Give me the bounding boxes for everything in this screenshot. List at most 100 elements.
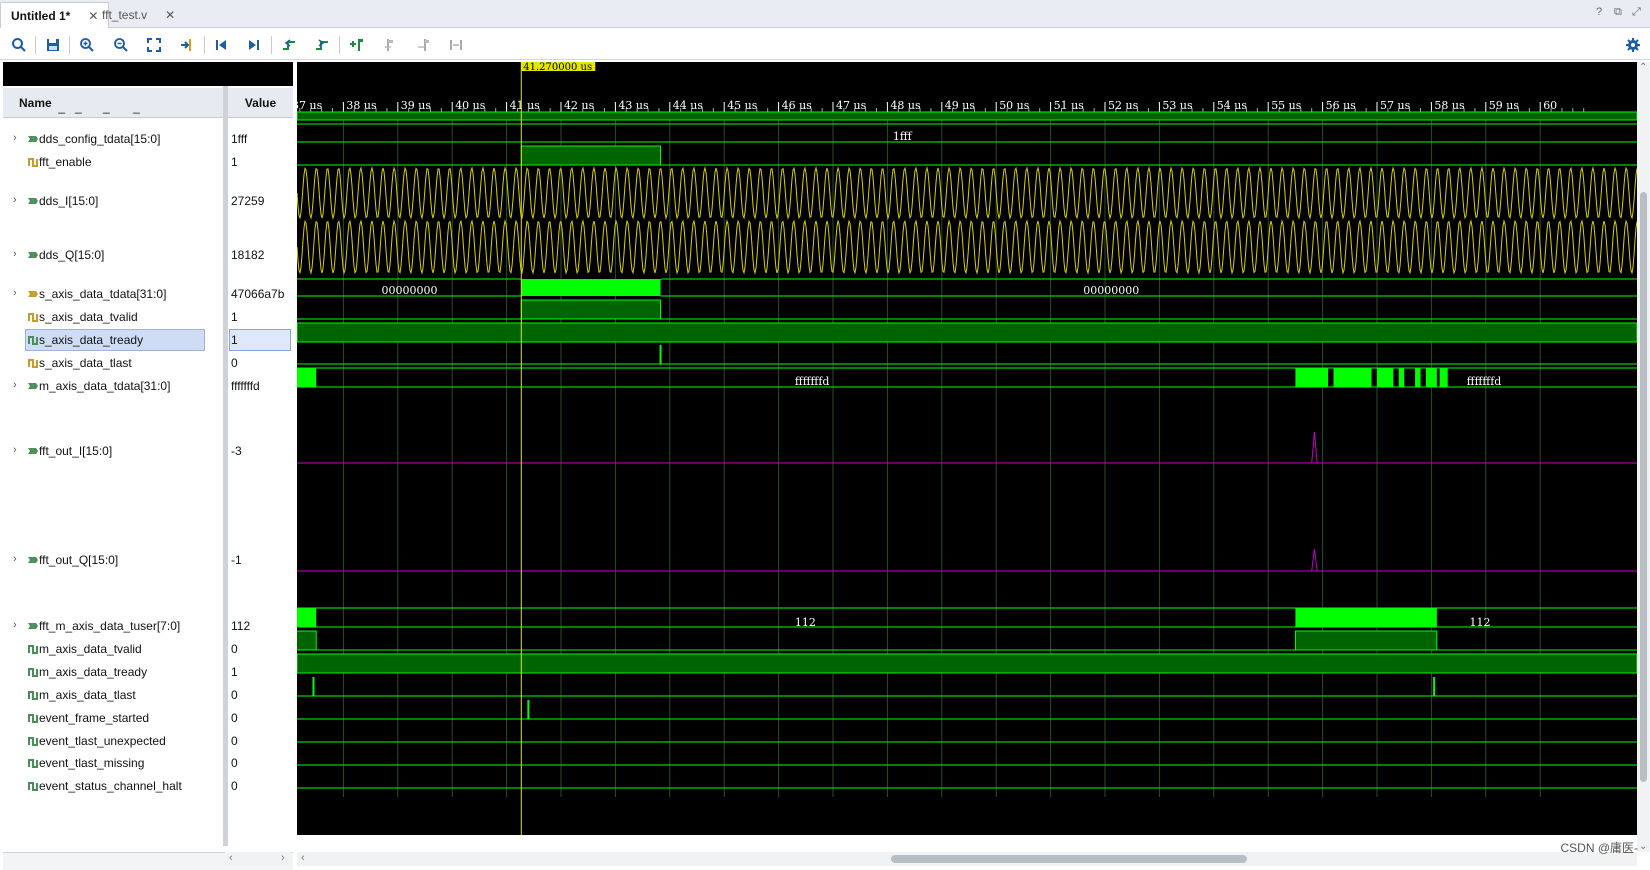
signal-row[interactable]: › fft_out_Q[15:0] -1 — [3, 549, 293, 571]
signal-row[interactable]: m_axis_data_tvalid 0 — [3, 638, 293, 660]
signal-row[interactable]: › dds_I[15:0] 27259 — [3, 190, 293, 212]
signal-name: dds_Q[15:0] — [39, 248, 105, 262]
wave-label-tuser-mid: 112 — [795, 616, 816, 629]
ruler-label: 57 us — [1380, 99, 1411, 112]
wave-m-tdata-burst-1 — [1333, 368, 1372, 387]
signal-value: -1 — [231, 553, 242, 567]
scroll-right-icon[interactable]: › — [281, 852, 285, 864]
ruler-label: 60 — [1543, 99, 1557, 112]
signal-name: dds_I[15:0] — [39, 194, 99, 208]
ruler-label: 53 us — [1162, 99, 1193, 112]
signal-row[interactable]: event_status_channel_halt 0 — [3, 775, 293, 797]
signal-row[interactable]: m_axis_data_tready 1 — [3, 661, 293, 683]
signal-row[interactable]: s_axis_data_tready 1 — [3, 329, 293, 351]
next-transition-icon[interactable] — [311, 34, 333, 56]
wave-m-tdata-burst-0 — [1295, 368, 1329, 387]
gear-icon[interactable] — [1622, 34, 1644, 56]
expand-chevron-icon[interactable]: › — [13, 194, 17, 206]
signal-row[interactable]: s_axis_data_tlast 0 — [3, 352, 293, 374]
ruler-label: 42 us — [564, 99, 595, 112]
s-tvalid-high — [520, 299, 662, 320]
goto-end-icon[interactable] — [243, 34, 265, 56]
signal-row[interactable]: › fft_m_axis_data_tuser[7:0] 112 — [3, 615, 293, 637]
zoom-in-icon[interactable] — [76, 34, 98, 56]
signal-row[interactable]: › dds_Q[15:0] 18182 — [3, 244, 293, 266]
scroll-down-icon[interactable]: ⌄ — [1639, 841, 1647, 852]
signal-row[interactable]: › fft_out_I[15:0] -3 — [3, 440, 293, 462]
signal-name: event_status_channel_halt — [39, 779, 182, 793]
save-icon[interactable] — [42, 34, 64, 56]
signal-row[interactable]: event_frame_started 0 — [3, 707, 293, 729]
wire-signal-icon — [28, 691, 38, 700]
ruler-label: 59 us — [1489, 99, 1520, 112]
ruler-label: 54 us — [1217, 99, 1248, 112]
waveform-horizontal-scrollbar[interactable]: ‹ — [297, 852, 1637, 866]
signal-row[interactable]: › m_axis_data_tdata[31:0] fffffffd — [3, 375, 293, 397]
signal-row[interactable]: › s_axis_data_tdata[31:0] 47066a7b — [3, 283, 293, 305]
bus-signal-icon — [28, 623, 38, 629]
goto-cursor-icon[interactable] — [176, 34, 198, 56]
expand-chevron-icon[interactable]: › — [13, 379, 17, 391]
next-marker-icon[interactable] — [412, 34, 434, 56]
signal-name: dds_m_axis_data_tvalid — [39, 111, 168, 114]
signal-name: s_axis_data_tdata[31:0] — [39, 287, 167, 301]
add-marker-icon[interactable] — [346, 34, 368, 56]
wire-signal-icon — [28, 668, 38, 677]
swap-cursors-icon[interactable] — [445, 34, 467, 56]
bus-signal-icon — [28, 383, 38, 389]
tab-bar: Untitled 1* ✕ fft_test.v ✕ ? ⧉ ⤢ — [0, 0, 1650, 28]
ruler-label: 56 us — [1326, 99, 1357, 112]
scroll-left-icon[interactable]: ‹ — [301, 852, 305, 864]
expand-chevron-icon[interactable]: › — [13, 619, 17, 631]
ruler-label: 46 us — [782, 99, 813, 112]
prev-transition-icon[interactable] — [278, 34, 300, 56]
restore-icon[interactable]: ⧉ — [1614, 6, 1622, 19]
wire-signal-icon — [28, 313, 38, 322]
maximize-icon[interactable]: ⤢ — [1632, 6, 1641, 19]
tab-fft-test[interactable]: fft_test.v ✕ — [92, 2, 185, 28]
scroll-left-icon[interactable]: ‹ — [229, 852, 233, 864]
prev-marker-icon[interactable] — [379, 34, 401, 56]
close-icon[interactable]: ✕ — [165, 2, 175, 28]
expand-chevron-icon[interactable]: › — [13, 132, 17, 144]
zoom-out-icon[interactable] — [110, 34, 132, 56]
expand-chevron-icon[interactable]: › — [13, 553, 17, 565]
scrollbar-thumb[interactable] — [891, 855, 1247, 863]
signal-row[interactable]: › dds_config_tdata[15:0] 1fff — [3, 128, 293, 150]
expand-chevron-icon[interactable]: › — [13, 444, 17, 456]
goto-start-icon[interactable] — [210, 34, 232, 56]
signal-row[interactable]: event_tlast_missing 0 — [3, 752, 293, 774]
column-divider[interactable] — [223, 86, 228, 846]
signal-value: 0 — [231, 642, 238, 656]
wire-signal-icon — [28, 158, 38, 167]
signal-value: 18182 — [231, 248, 265, 262]
scrollbar-thumb[interactable] — [1640, 192, 1647, 782]
signal-value: 1 — [231, 310, 238, 324]
signal-name: event_tlast_missing — [39, 756, 145, 770]
waveform-vertical-scrollbar[interactable]: ⌃ ⌄ — [1637, 62, 1650, 852]
signal-row[interactable]: m_axis_data_tlast 0 — [3, 684, 293, 706]
expand-chevron-icon[interactable]: › — [13, 248, 17, 260]
cursor-label: 41.270000 us — [523, 62, 592, 73]
signal-value: 0 — [231, 356, 238, 370]
header-spacer — [3, 62, 293, 86]
waveform-canvas[interactable]: 37 us 38 us 39 us 40 us 41 us 42 us 43 us 44 us… — [297, 62, 1637, 835]
expand-chevron-icon[interactable]: › — [13, 287, 17, 299]
tab-label: fft_test.v — [102, 8, 148, 22]
signal-row[interactable]: s_axis_data_tvalid 1 — [3, 306, 293, 328]
wire-signal-icon — [28, 645, 38, 654]
signal-value: 0 — [231, 688, 238, 702]
signal-value: 1 — [231, 155, 238, 169]
wire-signal-icon — [28, 336, 38, 345]
value-panel-scrollbar[interactable]: ‹ › — [225, 852, 291, 866]
zoom-fit-icon[interactable] — [143, 34, 165, 56]
signal-row[interactable]: fft_enable 1 — [3, 151, 293, 173]
ruler-label: 58 us — [1434, 99, 1465, 112]
search-icon[interactable] — [8, 34, 30, 56]
help-icon[interactable]: ? — [1596, 6, 1602, 18]
wave-label-s-tdata-right: 00000000 — [1083, 284, 1139, 297]
ruler-label: 48 us — [890, 99, 921, 112]
bus-signal-icon — [28, 198, 38, 204]
scroll-up-icon[interactable]: ⌃ — [1639, 62, 1647, 73]
signal-row[interactable]: event_tlast_unexpected 0 — [3, 730, 293, 752]
